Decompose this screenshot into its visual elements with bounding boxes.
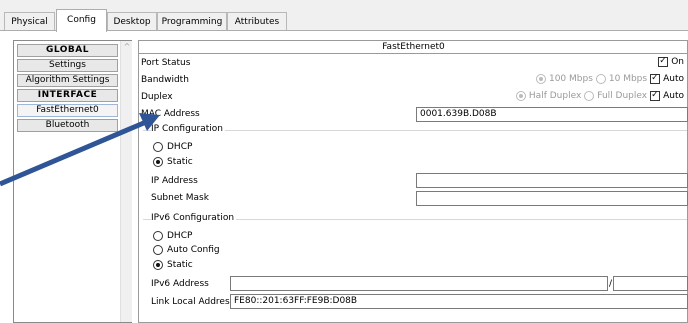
- ipv6-static-label: Static: [167, 260, 193, 270]
- ipv6-address-label: IPv6 Address: [151, 279, 209, 289]
- bandwidth-100-label: 100 Mbps: [548, 74, 593, 84]
- ip-static-option[interactable]: Static: [153, 157, 193, 167]
- ip-dhcp-label: DHCP: [167, 142, 193, 152]
- nav-scrollbar[interactable]: ^: [120, 41, 132, 322]
- subnet-mask-field[interactable]: [416, 191, 688, 206]
- config-content: GLOBAL Settings Algorithm Settings INTER…: [0, 31, 688, 323]
- ipv6-prefix-field[interactable]: [613, 276, 688, 291]
- tab-physical[interactable]: Physical: [4, 12, 55, 31]
- link-local-field: FE80::201:63FF:FE9B:D08B: [230, 294, 688, 309]
- ipv6-static-option[interactable]: Static: [153, 260, 193, 270]
- ipv6-address-field[interactable]: [230, 276, 608, 291]
- duplex-half-radio[interactable]: [515, 91, 526, 101]
- nav-item-settings[interactable]: Settings: [17, 59, 118, 72]
- link-local-label: Link Local Address:: [151, 297, 238, 307]
- ipv6-dhcp-label: DHCP: [167, 231, 193, 241]
- panel-title: FastEthernet0: [139, 41, 688, 54]
- port-status-label: Port Status: [141, 58, 191, 68]
- bandwidth-10-label: 10 Mbps: [608, 74, 648, 84]
- ipv6-auto-label: Auto Config: [167, 245, 220, 255]
- bandwidth-options: 100 Mbps 10 Mbps Auto: [535, 73, 684, 84]
- nav-header-interface: INTERFACE: [17, 89, 118, 102]
- config-nav: GLOBAL Settings Algorithm Settings INTER…: [13, 40, 132, 323]
- ip-static-radio[interactable]: [153, 157, 163, 167]
- scroll-up-icon[interactable]: ^: [123, 43, 131, 51]
- mac-address-label: MAC Address: [141, 109, 200, 119]
- ipv6-prefix-separator: /: [609, 279, 613, 289]
- bandwidth-auto-checkbox[interactable]: [650, 73, 661, 84]
- duplex-auto-label: Auto: [663, 91, 684, 101]
- tab-desktop[interactable]: Desktop: [107, 12, 157, 31]
- ip-address-label: IP Address: [151, 176, 198, 186]
- mac-address-field[interactable]: 0001.639B.D08B: [416, 107, 688, 122]
- ipv6-auto-option[interactable]: Auto Config: [153, 245, 220, 255]
- interface-panel: FastEthernet0 Port Status On Bandwidth 1…: [138, 40, 688, 323]
- nav-item-fastethernet0[interactable]: FastEthernet0: [17, 104, 118, 117]
- port-status-checkbox[interactable]: [658, 56, 669, 67]
- nav-list: GLOBAL Settings Algorithm Settings INTER…: [17, 44, 118, 134]
- ip-address-field[interactable]: [416, 173, 688, 188]
- ipv6-dhcp-radio[interactable]: [153, 231, 163, 241]
- tab-bar: Physical Config Desktop Programming Attr…: [0, 0, 688, 32]
- duplex-full-label: Full Duplex: [597, 91, 648, 101]
- port-status-options: On: [658, 56, 684, 67]
- nav-header-global: GLOBAL: [17, 44, 118, 57]
- duplex-options: Half Duplex Full Duplex Auto: [515, 90, 684, 101]
- duplex-half-label: Half Duplex: [528, 91, 582, 101]
- bandwidth-10-radio[interactable]: [595, 74, 606, 84]
- ip-dhcp-radio[interactable]: [153, 142, 163, 152]
- ip-static-label: Static: [167, 157, 193, 167]
- tab-programming[interactable]: Programming: [157, 12, 227, 31]
- duplex-auto-checkbox[interactable]: [650, 90, 661, 101]
- nav-item-algorithm-settings[interactable]: Algorithm Settings: [17, 74, 118, 87]
- bandwidth-100-radio[interactable]: [535, 74, 546, 84]
- bandwidth-label: Bandwidth: [141, 75, 189, 85]
- ipv6-auto-radio[interactable]: [153, 245, 163, 255]
- nav-item-bluetooth[interactable]: Bluetooth: [17, 119, 118, 132]
- duplex-full-radio[interactable]: [584, 91, 595, 101]
- ipv6-static-radio[interactable]: [153, 260, 163, 270]
- ip-dhcp-option[interactable]: DHCP: [153, 142, 192, 152]
- ip-config-title: IP Configuration: [151, 124, 225, 134]
- ipv6-dhcp-option[interactable]: DHCP: [153, 231, 192, 241]
- subnet-mask-label: Subnet Mask: [151, 193, 209, 203]
- ipv6-config-title: IPv6 Configuration: [151, 213, 237, 223]
- tab-attributes[interactable]: Attributes: [227, 12, 287, 31]
- bandwidth-auto-label: Auto: [663, 74, 684, 84]
- duplex-label: Duplex: [141, 92, 173, 102]
- port-status-on-label: On: [671, 57, 684, 67]
- tab-config[interactable]: Config: [56, 9, 107, 32]
